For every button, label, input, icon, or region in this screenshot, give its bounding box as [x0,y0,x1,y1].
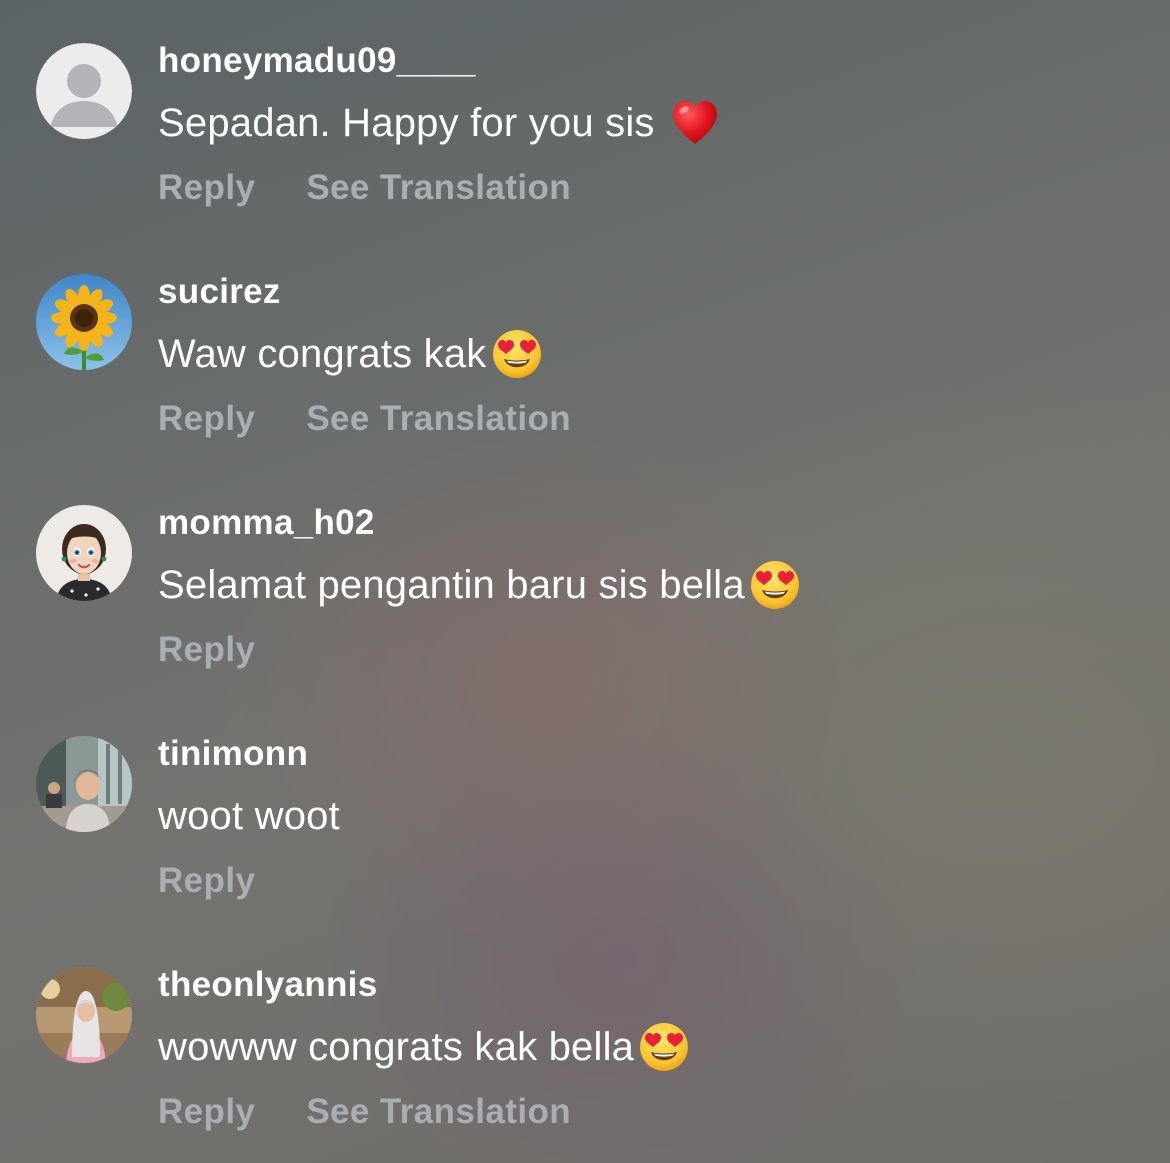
reply-button[interactable]: Reply [158,168,255,208]
avatar[interactable] [36,967,132,1063]
avatar[interactable] [36,43,132,139]
see-translation-button[interactable]: See Translation [306,1092,571,1132]
comment-actions: Reply [158,861,255,901]
photo-avatar-icon [36,736,132,832]
heart-eyes-emoji-icon [638,1021,690,1073]
comment-actions: Reply See Translation [158,1092,571,1132]
username[interactable]: honeymadu09____ [158,41,476,81]
heart-eyes-emoji-icon [749,559,801,611]
comment-item: momma_h02 Selamat pengantin baru sis bel… [0,462,1170,669]
comment-text: Sepadan. Happy for you sis [158,100,655,145]
comment-item: theonlyannis wowww congrats kak bella Re… [0,924,1170,1131]
comment-actions: Reply [158,630,255,670]
comment-list: honeymadu09____ Sepadan. Happy for you s… [0,0,1170,1163]
comment-text: wowww congrats kak bella [158,1024,635,1069]
comment-text: Selamat pengantin baru sis bella [158,562,745,607]
default-avatar-icon [36,43,132,139]
comment-text: Waw congrats kak [158,331,487,376]
comment-text: woot woot [158,793,340,838]
reply-button[interactable]: Reply [158,399,255,439]
cartoon-woman-avatar-icon [36,505,132,601]
avatar[interactable] [36,274,132,370]
comment-item: sucirez Waw congrats kak Reply See Trans… [0,231,1170,438]
comment-body: woot woot [158,788,340,844]
comment-body: wowww congrats kak bella [158,1019,690,1075]
comment-actions: Reply See Translation [158,399,571,439]
username[interactable]: tinimonn [158,734,308,774]
heart-eyes-emoji-icon [491,328,543,380]
comment-body: Sepadan. Happy for you sis [158,95,721,151]
see-translation-button[interactable]: See Translation [306,399,571,439]
comment-actions: Reply See Translation [158,168,571,208]
comment-item: tinimonn woot woot Reply [0,693,1170,900]
red-heart-icon [669,97,721,149]
reply-button[interactable]: Reply [158,861,255,901]
reply-button[interactable]: Reply [158,630,255,670]
username[interactable]: theonlyannis [158,965,377,1005]
avatar[interactable] [36,505,132,601]
username[interactable]: sucirez [158,272,281,312]
photo-avatar-icon [36,967,132,1063]
comment-body: Selamat pengantin baru sis bella [158,557,801,613]
reply-button[interactable]: Reply [158,1092,255,1132]
username[interactable]: momma_h02 [158,503,375,543]
sunflower-avatar-icon [36,274,132,370]
see-translation-button[interactable]: See Translation [306,168,571,208]
avatar[interactable] [36,736,132,832]
comment-body: Waw congrats kak [158,326,543,382]
comment-item: honeymadu09____ Sepadan. Happy for you s… [0,0,1170,207]
